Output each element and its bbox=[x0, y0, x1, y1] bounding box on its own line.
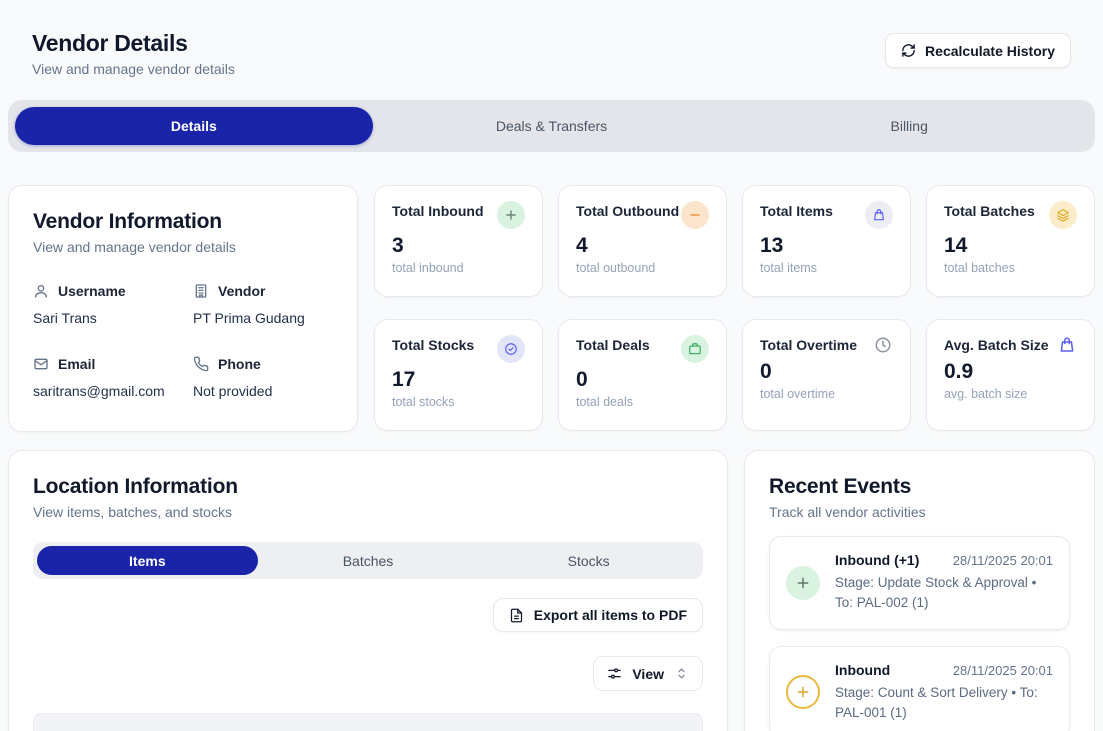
location-information-subtitle: View items, batches, and stocks bbox=[33, 504, 703, 520]
mail-icon bbox=[33, 356, 49, 372]
event-detail: Stage: Update Stock & Approval • To: PAL… bbox=[835, 573, 1053, 614]
location-information-card: Location Information View items, batches… bbox=[8, 450, 728, 731]
recalculate-history-label: Recalculate History bbox=[925, 43, 1055, 59]
event-detail: Stage: Count & Sort Delivery • To: PAL-0… bbox=[835, 683, 1053, 724]
field-username-label: Username bbox=[58, 283, 126, 299]
plus-icon bbox=[795, 684, 811, 700]
field-email-label: Email bbox=[58, 356, 95, 372]
page-subtitle: View and manage vendor details bbox=[32, 61, 235, 77]
event-item-inbound-1[interactable]: Inbound (+1) 28/11/2025 20:01 Stage: Upd… bbox=[769, 536, 1070, 630]
stat-card-total-stocks: Total Stocks 17 total stocks bbox=[374, 319, 543, 431]
field-phone-value: Not provided bbox=[193, 383, 333, 399]
vendor-information-title: Vendor Information bbox=[33, 210, 333, 234]
layers-icon bbox=[1056, 208, 1070, 222]
field-email-value: saritrans@gmail.com bbox=[33, 383, 193, 399]
tab-stocks[interactable]: Stocks bbox=[478, 546, 699, 575]
briefcase-icon bbox=[688, 342, 702, 356]
bag-icon bbox=[1058, 336, 1076, 354]
clock-icon bbox=[874, 336, 892, 354]
recalculate-history-button[interactable]: Recalculate History bbox=[885, 33, 1071, 68]
event-item-inbound-2[interactable]: Inbound 28/11/2025 20:01 Stage: Count & … bbox=[769, 646, 1070, 731]
tab-billing[interactable]: Billing bbox=[730, 107, 1088, 145]
building-icon bbox=[193, 283, 209, 299]
chevrons-up-down-icon bbox=[674, 666, 689, 681]
field-vendor-label: Vendor bbox=[218, 283, 265, 299]
refresh-icon bbox=[901, 43, 916, 58]
field-vendor: Vendor PT Prima Gudang bbox=[193, 283, 333, 326]
field-username-value: Sari Trans bbox=[33, 310, 193, 326]
recent-events-title: Recent Events bbox=[769, 475, 1070, 499]
stat-card-total-items: Total Items 13 total items bbox=[742, 185, 911, 297]
location-information-title: Location Information bbox=[33, 475, 703, 499]
user-icon bbox=[33, 283, 49, 299]
view-dropdown-label: View bbox=[632, 666, 664, 682]
field-phone-label: Phone bbox=[218, 356, 261, 372]
phone-icon bbox=[193, 356, 209, 372]
stat-card-total-overtime: Total Overtime 0 total overtime bbox=[742, 319, 911, 431]
main-tabbar: Details Deals & Transfers Billing bbox=[8, 100, 1095, 152]
file-text-icon bbox=[509, 608, 524, 623]
items-table-header bbox=[33, 713, 703, 731]
vendor-information-subtitle: View and manage vendor details bbox=[33, 239, 333, 255]
field-username: Username Sari Trans bbox=[33, 283, 193, 326]
field-phone: Phone Not provided bbox=[193, 356, 333, 399]
event-timestamp: 28/11/2025 20:01 bbox=[953, 553, 1053, 568]
stat-card-avg-batch-size: Avg. Batch Size 0.9 avg. batch size bbox=[926, 319, 1095, 431]
recent-events-card: Recent Events Track all vendor activitie… bbox=[744, 450, 1095, 731]
event-title: Inbound (+1) bbox=[835, 552, 919, 568]
tab-details[interactable]: Details bbox=[15, 107, 373, 145]
tab-batches[interactable]: Batches bbox=[258, 546, 479, 575]
plus-icon bbox=[795, 575, 811, 591]
stat-card-total-batches: Total Batches 14 total batches bbox=[926, 185, 1095, 297]
field-vendor-value: PT Prima Gudang bbox=[193, 310, 333, 326]
bag-icon bbox=[872, 208, 886, 222]
vendor-details-page: Vendor Details View and manage vendor de… bbox=[0, 0, 1103, 731]
tab-deals-transfers[interactable]: Deals & Transfers bbox=[373, 107, 731, 145]
stat-card-total-inbound: Total Inbound 3 total inbound bbox=[374, 185, 543, 297]
location-tabbar: Items Batches Stocks bbox=[33, 542, 703, 579]
vendor-information-card: Vendor Information View and manage vendo… bbox=[8, 185, 358, 432]
export-pdf-button[interactable]: Export all items to PDF bbox=[493, 598, 703, 632]
sliders-icon bbox=[607, 666, 622, 681]
page-title: Vendor Details bbox=[32, 30, 235, 57]
event-title: Inbound bbox=[835, 662, 890, 678]
stat-card-total-deals: Total Deals 0 total deals bbox=[558, 319, 727, 431]
event-timestamp: 28/11/2025 20:01 bbox=[953, 663, 1053, 678]
plus-icon bbox=[504, 208, 518, 222]
view-dropdown-button[interactable]: View bbox=[593, 656, 703, 691]
stat-card-total-outbound: Total Outbound 4 total outbound bbox=[558, 185, 727, 297]
vendor-fields: Username Sari Trans Vendor PT Prima Guda… bbox=[33, 283, 333, 399]
package-check-icon bbox=[504, 342, 518, 356]
minus-icon bbox=[688, 208, 702, 222]
page-header: Vendor Details View and manage vendor de… bbox=[32, 30, 235, 77]
field-email: Email saritrans@gmail.com bbox=[33, 356, 193, 399]
tab-items[interactable]: Items bbox=[37, 546, 258, 575]
recent-events-subtitle: Track all vendor activities bbox=[769, 504, 1070, 520]
export-pdf-label: Export all items to PDF bbox=[534, 607, 687, 623]
